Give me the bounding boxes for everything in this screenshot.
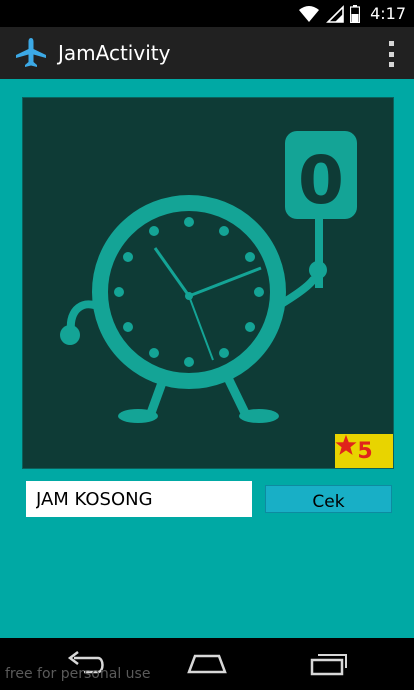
action-bar: JamActivity [0, 27, 414, 79]
recents-icon[interactable] [306, 650, 350, 678]
status-time: 4:17 [370, 4, 406, 23]
star-icon [335, 434, 357, 455]
wifi-icon [299, 5, 320, 22]
sign-number: 0 [298, 142, 344, 219]
home-icon[interactable] [185, 650, 229, 678]
airplane-icon [16, 38, 46, 67]
status-bar: 4:17 [0, 0, 414, 27]
battery-icon [350, 4, 361, 23]
signal-icon [326, 4, 344, 23]
puzzle-picture: 0 5 [22, 97, 394, 469]
watermark: free for personal use [5, 666, 151, 682]
app-title: JamActivity [58, 41, 171, 65]
clock-illustration: 0 [60, 131, 357, 423]
answer-input[interactable] [26, 481, 252, 517]
status-icons: 4:17 [298, 0, 406, 27]
coin-badge: 5 [335, 434, 393, 468]
check-button[interactable]: Cek [265, 485, 392, 513]
coin-count: 5 [357, 438, 373, 464]
navigation-bar [0, 638, 414, 690]
overflow-menu-icon[interactable] [386, 41, 396, 67]
